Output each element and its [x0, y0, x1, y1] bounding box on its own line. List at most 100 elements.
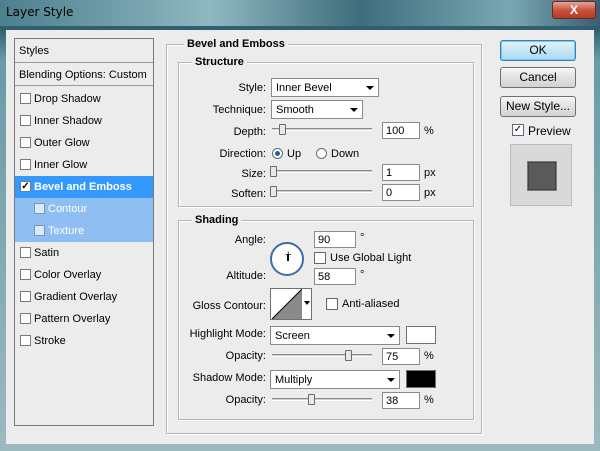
style-item-stroke[interactable]: Stroke: [15, 330, 153, 352]
color-overlay-checkbox[interactable]: [20, 269, 31, 280]
gradient-overlay-checkbox[interactable]: [20, 291, 31, 302]
shading-title: Shading: [192, 214, 242, 226]
blending-options-item[interactable]: Blending Options: Custom: [15, 64, 153, 86]
stroke-checkbox[interactable]: [20, 335, 31, 346]
bevel-emboss-checkbox[interactable]: ✓: [20, 181, 31, 192]
style-item-inner-shadow[interactable]: Inner Shadow: [15, 110, 153, 132]
contour-preview-icon: [272, 289, 302, 319]
anti-aliased-checkbox[interactable]: [326, 298, 338, 310]
style-item-label: Outer Glow: [34, 137, 90, 149]
style-item-bevel-and-emboss[interactable]: ✓ Bevel and Emboss: [15, 176, 153, 198]
size-input[interactable]: 1: [382, 164, 420, 181]
shadow-opacity-slider-thumb[interactable]: [308, 394, 315, 405]
shadow-color-swatch[interactable]: [406, 370, 436, 388]
preview-checkbox[interactable]: ✓: [512, 124, 524, 136]
highlight-color-swatch[interactable]: [406, 326, 436, 344]
altitude-input[interactable]: 58: [314, 268, 356, 285]
highlight-mode-dropdown[interactable]: Screen: [270, 326, 400, 345]
chevron-down-icon: [387, 378, 395, 382]
shadow-mode-dropdown[interactable]: Multiply: [270, 370, 400, 389]
highlight-opacity-slider-thumb[interactable]: [345, 350, 352, 361]
size-unit: px: [424, 167, 436, 179]
size-label: Size:: [241, 168, 266, 180]
dialog-client-area: Styles Blending Options: Custom Drop Sha…: [6, 30, 594, 444]
style-item-label: Bevel and Emboss: [34, 181, 132, 193]
outer-glow-checkbox[interactable]: [20, 137, 31, 148]
styles-list: Styles Blending Options: Custom Drop Sha…: [14, 38, 154, 426]
use-global-light-label: Use Global Light: [330, 252, 412, 264]
soften-slider-thumb[interactable]: [270, 186, 277, 197]
shadow-opacity-slider-track[interactable]: [272, 398, 372, 401]
altitude-label: Altitude:: [226, 270, 266, 282]
styles-header[interactable]: Styles: [15, 39, 153, 63]
altitude-unit: °: [360, 269, 365, 281]
style-item-pattern-overlay[interactable]: Pattern Overlay: [15, 308, 153, 330]
soften-label: Soften:: [231, 188, 266, 200]
highlight-opacity-input[interactable]: 75: [382, 348, 420, 365]
depth-slider-thumb[interactable]: [279, 124, 286, 135]
size-slider-track[interactable]: [272, 170, 372, 173]
chevron-down-icon: [350, 108, 358, 112]
soften-slider-track[interactable]: [272, 190, 372, 193]
shading-group: [178, 220, 474, 420]
shadow-opacity-input[interactable]: 38: [382, 392, 420, 409]
size-slider-thumb[interactable]: [270, 166, 277, 177]
cancel-button[interactable]: Cancel: [500, 67, 576, 88]
style-item-drop-shadow[interactable]: Drop Shadow: [15, 88, 153, 110]
chevron-down-icon: [304, 301, 310, 305]
style-item-contour[interactable]: Contour: [15, 198, 153, 220]
highlight-opacity-label: Opacity:: [225, 350, 266, 362]
technique-dropdown[interactable]: Smooth: [271, 100, 363, 119]
style-item-texture[interactable]: Texture: [15, 220, 153, 242]
gloss-contour-picker[interactable]: [270, 288, 312, 320]
contour-checkbox[interactable]: [34, 203, 45, 214]
drop-shadow-checkbox[interactable]: [20, 93, 31, 104]
style-item-label: Texture: [48, 225, 85, 237]
depth-unit: %: [424, 125, 434, 137]
angle-input[interactable]: 90: [314, 231, 356, 248]
style-item-color-overlay[interactable]: Color Overlay: [15, 264, 153, 286]
direction-down-label: Down: [331, 148, 360, 160]
title-bar[interactable]: Layer Style X: [0, 0, 600, 26]
highlight-mode-label: Highlight Mode:: [189, 328, 266, 340]
style-item-satin[interactable]: Satin: [15, 242, 153, 264]
close-button[interactable]: X: [552, 1, 596, 19]
style-item-gradient-overlay[interactable]: Gradient Overlay: [15, 286, 153, 308]
angle-indicator-icon: [287, 254, 289, 261]
use-global-light-checkbox[interactable]: [314, 252, 326, 264]
angle-dial[interactable]: +: [270, 242, 304, 276]
preview-label: Preview: [528, 124, 571, 138]
inner-shadow-checkbox[interactable]: [20, 115, 31, 126]
inner-glow-checkbox[interactable]: [20, 159, 31, 170]
pattern-overlay-checkbox[interactable]: [20, 313, 31, 324]
style-dropdown[interactable]: Inner Bevel: [271, 78, 379, 97]
shadow-opacity-label: Opacity:: [225, 394, 266, 406]
direction-up-label: Up: [287, 148, 302, 160]
window-title: Layer Style: [6, 5, 74, 19]
direction-up-radio[interactable]: [272, 148, 283, 159]
highlight-mode-value: Screen: [275, 330, 310, 342]
new-style-button[interactable]: New Style...: [500, 96, 576, 117]
direction-label: Direction:: [219, 148, 266, 160]
style-item-inner-glow[interactable]: Inner Glow: [15, 154, 153, 176]
style-item-label: Contour: [48, 203, 88, 215]
style-item-label: Pattern Overlay: [34, 313, 111, 325]
highlight-opacity-slider-track[interactable]: [272, 354, 372, 357]
ok-button[interactable]: OK: [500, 40, 576, 61]
soften-input[interactable]: 0: [382, 184, 420, 201]
depth-label: Depth:: [233, 126, 266, 138]
texture-checkbox[interactable]: [34, 225, 45, 236]
structure-title: Structure: [192, 56, 247, 68]
preview-swatch: [528, 162, 556, 190]
soften-unit: px: [424, 187, 436, 199]
anti-aliased-label: Anti-aliased: [342, 298, 400, 310]
direction-down-radio[interactable]: [316, 148, 327, 159]
satin-checkbox[interactable]: [20, 247, 31, 258]
chevron-down-icon: [366, 86, 374, 90]
depth-slider-track[interactable]: [272, 128, 372, 131]
depth-input[interactable]: 100: [382, 122, 420, 139]
layer-style-window: Layer Style X Styles Blending Options: C…: [0, 0, 600, 451]
style-item-label: Drop Shadow: [34, 93, 101, 105]
style-item-outer-glow[interactable]: Outer Glow: [15, 132, 153, 154]
angle-unit: °: [360, 232, 365, 244]
